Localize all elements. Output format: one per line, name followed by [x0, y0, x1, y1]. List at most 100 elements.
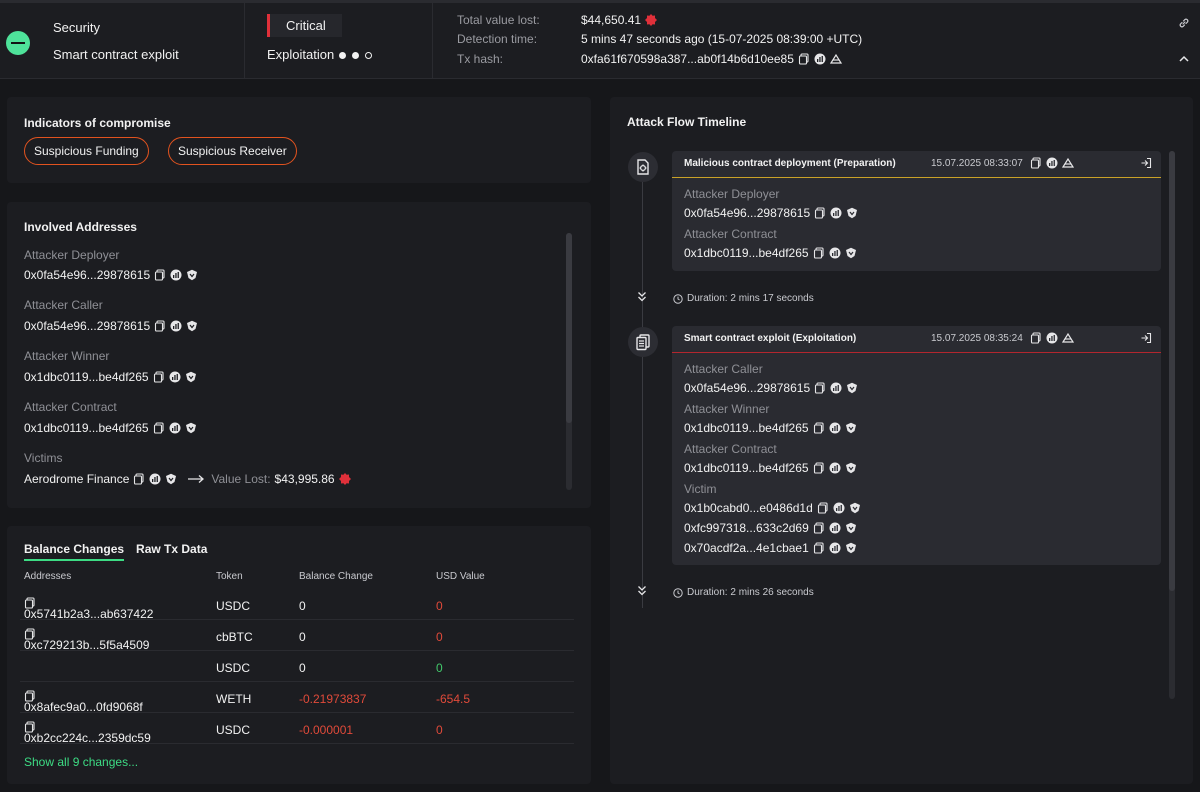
contract-deploy-icon	[637, 159, 649, 175]
event-open[interactable]	[1140, 332, 1152, 347]
copy-icon[interactable]	[813, 522, 825, 534]
row-address-text[interactable]: 0x5741b2a3...ab637422	[24, 607, 153, 621]
copy-icon[interactable]	[813, 422, 825, 434]
timeline-expand[interactable]	[637, 291, 647, 306]
contract-exploit-icon	[636, 334, 650, 351]
double-chevron-down-icon	[638, 586, 646, 596]
row-address[interactable]: 0x8afec9a0...0fd9068f	[24, 690, 143, 714]
row-address-text[interactable]: 0x8afec9a0...0fd9068f	[24, 700, 143, 714]
duration-text: Duration: 2 mins 26 seconds	[687, 587, 814, 598]
explorer-icon[interactable]	[830, 207, 842, 219]
explorer-icon[interactable]	[1046, 157, 1058, 169]
event-address[interactable]: 0x1dbc0119...be4df265	[684, 246, 809, 260]
event-address-row: 0x1b0cabd0...e0486d1d	[684, 501, 861, 515]
copy-icon[interactable]	[814, 207, 826, 219]
timeline-event-card[interactable]: Malicious contract deployment (Preparati…	[672, 151, 1161, 271]
row-address[interactable]: 0xb2cc224c...2359dc59	[24, 721, 151, 745]
event-actions	[1030, 332, 1074, 344]
event-role-label: Attacker Contract	[684, 227, 777, 241]
timeline-expand[interactable]	[637, 585, 647, 600]
debugger-icon[interactable]	[1062, 157, 1074, 169]
event-open[interactable]	[1140, 157, 1152, 172]
debugger-icon[interactable]	[1062, 332, 1074, 344]
copy-icon[interactable]	[817, 502, 829, 514]
table-row: USDC 0 0	[20, 651, 574, 682]
row-balance-change: -0.21973837	[299, 692, 367, 706]
row-balance-change: -0.000001	[299, 723, 354, 737]
row-usd-value: 0	[436, 630, 443, 644]
event-title: Smart contract exploit (Exploitation)	[684, 333, 857, 344]
explorer-icon[interactable]	[829, 247, 841, 259]
copy-icon[interactable]	[813, 542, 825, 554]
event-timestamp: 15.07.2025 08:33:07	[931, 158, 1023, 169]
row-balance-change: 0	[299, 630, 306, 644]
row-usd-value: 0	[436, 723, 443, 737]
duration-label: Duration: 2 mins 26 seconds	[673, 587, 814, 598]
duration-text: Duration: 2 mins 17 seconds	[687, 293, 814, 304]
event-address-row: 0x0fa54e96...29878615	[684, 381, 858, 395]
explorer-icon[interactable]	[1046, 332, 1058, 344]
shield-icon[interactable]	[849, 502, 861, 514]
row-token: cbBTC	[216, 630, 253, 644]
shield-icon[interactable]	[845, 542, 857, 554]
event-role-label: Attacker Caller	[684, 362, 763, 376]
shield-icon[interactable]	[845, 422, 857, 434]
timeline-node	[628, 327, 658, 357]
event-role-label: Attacker Contract	[684, 442, 777, 456]
row-token: WETH	[216, 692, 252, 706]
row-balance-change: 0	[299, 661, 306, 675]
event-address-row: 0xfc997318...633c2d69	[684, 521, 857, 535]
event-address-row: 0x0fa54e96...29878615	[684, 206, 858, 220]
duration-label: Duration: 2 mins 17 seconds	[673, 293, 814, 304]
row-address-text[interactable]: 0xb2cc224c...2359dc59	[24, 731, 151, 745]
open-external-icon[interactable]	[1140, 157, 1152, 169]
row-token: USDC	[216, 661, 251, 675]
event-address[interactable]: 0x0fa54e96...29878615	[684, 381, 810, 395]
event-header: Malicious contract deployment (Preparati…	[672, 151, 1161, 178]
row-usd-value: -654.5	[436, 692, 471, 706]
event-address[interactable]: 0x1dbc0119...be4df265	[684, 421, 809, 435]
event-timestamp: 15.07.2025 08:35:24	[931, 333, 1023, 344]
copy-icon[interactable]	[1030, 157, 1042, 169]
event-header: Smart contract exploit (Exploitation) 15.…	[672, 326, 1161, 353]
explorer-icon[interactable]	[829, 542, 841, 554]
explorer-icon[interactable]	[829, 422, 841, 434]
timeline-list: Malicious contract deployment (Preparati…	[0, 0, 1200, 608]
event-address[interactable]: 0x0fa54e96...29878615	[684, 206, 810, 220]
copy-icon[interactable]	[1030, 332, 1042, 344]
double-chevron-down-icon	[638, 292, 646, 302]
event-address[interactable]: 0x1dbc0119...be4df265	[684, 461, 809, 475]
explorer-icon[interactable]	[830, 382, 842, 394]
event-role-label: Attacker Deployer	[684, 187, 780, 201]
event-address-row: 0x1dbc0119...be4df265	[684, 461, 857, 475]
copy-icon[interactable]	[813, 462, 825, 474]
event-address-row: 0x1dbc0119...be4df265	[684, 246, 857, 260]
shield-icon[interactable]	[845, 462, 857, 474]
row-usd-value: 0	[436, 661, 443, 675]
explorer-icon[interactable]	[829, 522, 841, 534]
shield-icon[interactable]	[845, 247, 857, 259]
explorer-icon[interactable]	[829, 462, 841, 474]
open-external-icon[interactable]	[1140, 332, 1152, 344]
event-role-label: Attacker Winner	[684, 402, 770, 416]
event-address[interactable]: 0x1b0cabd0...e0486d1d	[684, 501, 813, 515]
row-token: USDC	[216, 723, 251, 737]
event-address-row: 0x70acdf2a...4e1cbae1	[684, 541, 857, 555]
table-row: 0xb2cc224c...2359dc59 USDC -0.000001 0	[20, 713, 574, 745]
row-address-text[interactable]: 0xc729213b...5f5a4509	[24, 638, 149, 652]
event-address[interactable]: 0x70acdf2a...4e1cbae1	[684, 541, 809, 555]
shield-icon[interactable]	[845, 522, 857, 534]
shield-icon[interactable]	[846, 382, 858, 394]
row-address[interactable]: 0xc729213b...5f5a4509	[24, 628, 149, 652]
event-address[interactable]: 0xfc997318...633c2d69	[684, 521, 809, 535]
show-all-changes-link[interactable]: Show all 9 changes...	[24, 755, 138, 769]
copy-icon[interactable]	[813, 247, 825, 259]
clock-icon	[673, 293, 683, 304]
timeline-node	[628, 152, 658, 182]
explorer-icon[interactable]	[833, 502, 845, 514]
event-title: Malicious contract deployment (Preparati…	[684, 158, 896, 169]
copy-icon[interactable]	[814, 382, 826, 394]
timeline-event-card[interactable]: Smart contract exploit (Exploitation) 15.…	[672, 326, 1161, 565]
clock-icon	[673, 587, 683, 598]
shield-icon[interactable]	[846, 207, 858, 219]
